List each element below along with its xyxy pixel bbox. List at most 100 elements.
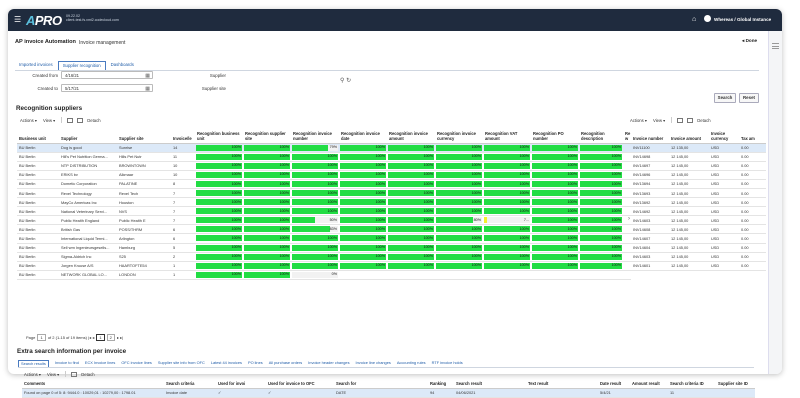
- column-header[interactable]: Text result: [526, 380, 598, 389]
- table-row[interactable]: INV14603 12 145,00 USD 0.00: [631, 252, 766, 262]
- column-header[interactable]: Recognition invoice number: [291, 127, 339, 144]
- table-row[interactable]: INV14604 12 145,00 USD 0.00: [631, 243, 766, 253]
- view-menu[interactable]: View ▾: [47, 372, 59, 377]
- freeze-icon[interactable]: [67, 117, 74, 123]
- table-row[interactable]: INV14603 12 145,00 USD 0.00: [631, 215, 766, 226]
- column-header[interactable]: Search criteria ID: [668, 380, 716, 389]
- home-icon[interactable]: ⌂: [692, 16, 696, 23]
- column-header[interactable]: Recognition business unit: [195, 127, 243, 144]
- detach-icon[interactable]: [71, 371, 78, 377]
- detach-button[interactable]: Detach: [87, 118, 100, 123]
- first-page-icon[interactable]: |◂: [88, 335, 91, 340]
- calendar-icon[interactable]: ▦: [145, 86, 150, 92]
- table-row[interactable]: INV14607 12 145,00 USD 0.00: [631, 233, 766, 244]
- column-header[interactable]: Supplier site ID: [716, 380, 755, 389]
- table-row[interactable]: BU Berlin MayCo Americas Inc Houston 7 100% 1…: [17, 197, 631, 208]
- column-header[interactable]: Tax am: [739, 127, 766, 144]
- actions-menu[interactable]: Actions ▾: [24, 372, 41, 377]
- table-row[interactable]: Found on page 0 of 5: 8: 9444.0 : 10029,…: [22, 388, 755, 398]
- table-row[interactable]: BU Berlin Dometic Corporation PALATINE 8 100…: [17, 179, 631, 189]
- table-row[interactable]: BU Berlin International Liquid Termi... Ar…: [17, 233, 631, 244]
- column-header[interactable]: Recognition invoice amount: [387, 127, 435, 144]
- page-2[interactable]: 2: [106, 334, 115, 341]
- table-row[interactable]: INV14601 12 145,00 USD 0.00: [631, 261, 766, 271]
- calendar-icon[interactable]: ▦: [145, 73, 150, 79]
- column-header[interactable]: Invoice number: [631, 127, 669, 144]
- panel-menu-icon[interactable]: [772, 43, 779, 49]
- table-row[interactable]: BU Berlin Hill's Pet Nutrition Germa... Hi…: [17, 152, 631, 162]
- splitter-handle[interactable]: ›: [628, 216, 630, 222]
- page-input[interactable]: 1: [37, 334, 46, 341]
- last-page-icon[interactable]: ▸|: [120, 335, 123, 340]
- column-header[interactable]: Recognition invoice date: [339, 127, 387, 144]
- tab-supplier-recognition[interactable]: Supplier recognition: [57, 61, 106, 70]
- done-button[interactable]: ◂ Done: [742, 38, 757, 44]
- table-row[interactable]: INV14697 12 145,00 USD 0.00: [631, 161, 766, 171]
- table-row[interactable]: INV11100 12 135,00 USD 0.00: [631, 143, 766, 153]
- detach-button[interactable]: Detach: [81, 372, 94, 377]
- column-header[interactable]: Used for invoice to OFC: [266, 380, 334, 389]
- view-menu[interactable]: View ▾: [653, 118, 665, 123]
- column-header[interactable]: Search criteria: [164, 380, 216, 389]
- created-from-input[interactable]: 4/16/21 ▦: [61, 71, 153, 79]
- avatar[interactable]: [704, 15, 711, 22]
- actions-menu[interactable]: Actions ▾: [630, 118, 647, 123]
- table-row[interactable]: BU Berlin British Gas POSS/THRM 6 100% 100% 83…: [17, 224, 631, 235]
- table-row[interactable]: INV14608 12 145,00 USD 0.00: [631, 224, 766, 235]
- table-row[interactable]: INV14698 12 145,00 USD 0.00: [631, 152, 766, 162]
- column-header[interactable]: Re w: [623, 127, 631, 144]
- column-header[interactable]: Search for: [334, 380, 428, 389]
- search-button[interactable]: Search: [714, 93, 736, 103]
- actions-menu[interactable]: Actions ▾: [20, 118, 37, 123]
- table-row[interactable]: BU Berlin Public Health England Public Hea…: [17, 215, 631, 226]
- column-header[interactable]: Business unit: [17, 127, 59, 144]
- column-header[interactable]: Used for invoi: [216, 380, 266, 389]
- table-row[interactable]: INV13693 12 145,00 USD 0.00: [631, 188, 766, 199]
- column-header[interactable]: Amount result: [630, 380, 668, 389]
- supplier-search-icons[interactable]: ⚲ ↻: [340, 77, 351, 84]
- table-row[interactable]: BU Berlin Sell·wm Ingenieursgesells... Ham…: [17, 243, 631, 253]
- column-header[interactable]: Invoice amount: [669, 127, 709, 144]
- column-header[interactable]: Recognition PO number: [531, 127, 579, 144]
- tab-dashboards[interactable]: Dashboards: [107, 61, 138, 70]
- search-icon[interactable]: ⚲: [340, 78, 344, 84]
- column-header[interactable]: Ranking: [428, 380, 454, 389]
- tab-imported-invoices[interactable]: Imported invoices: [15, 61, 57, 70]
- column-header[interactable]: Recognition VAT amount: [483, 127, 531, 144]
- table-row[interactable]: BU Berlin NTP DISTRIBUTION BROWNTOWN 10 100%…: [17, 161, 631, 171]
- column-header[interactable]: Recognition description: [579, 127, 623, 144]
- detach-icon[interactable]: [687, 117, 694, 123]
- column-header[interactable]: Date result: [598, 380, 630, 389]
- menu-icon[interactable]: ☰: [14, 16, 21, 24]
- table-row[interactable]: INV14696 12 145,00 USD 0.00: [631, 170, 766, 180]
- view-menu[interactable]: View ▾: [43, 118, 55, 123]
- column-header[interactable]: Recognition invoice currency: [435, 127, 483, 144]
- table-row[interactable]: BU Berlin ERIKS bv Alkmaar 10 100% 100% 100% 10…: [17, 170, 631, 180]
- column-header[interactable]: Search result: [454, 380, 526, 389]
- page-1[interactable]: 1: [96, 334, 105, 341]
- user-name[interactable]: Whereas / Global Instance: [714, 17, 771, 22]
- column-header[interactable]: Invoice currency: [709, 127, 739, 144]
- table-row[interactable]: BU Berlin Dog is good Sunrise 14 100% 100% 79%…: [17, 143, 631, 153]
- table-row[interactable]: BU Berlin Rexel Technology Rexel Tech 7 100%…: [17, 188, 631, 199]
- column-header[interactable]: Comments: [22, 380, 164, 389]
- prev-page-icon[interactable]: ◂: [92, 335, 94, 340]
- column-header[interactable]: Invoice/le: [171, 127, 195, 144]
- table-row[interactable]: BU Berlin Jorgen Kruuse A/S HAARTOFTE54 1 10…: [17, 261, 631, 271]
- freeze-icon[interactable]: [677, 117, 684, 123]
- table-row[interactable]: INV13694 12 145,00 USD 0.00: [631, 179, 766, 189]
- reset-button[interactable]: Reset: [739, 93, 759, 103]
- column-header[interactable]: Recognition supplier site: [243, 127, 291, 144]
- table-row[interactable]: BU Berlin National Veterinary Servi... NVS…: [17, 206, 631, 217]
- detach-icon[interactable]: [77, 117, 84, 123]
- table-row[interactable]: BU Berlin Sigma-Aldrich Inc S25 2 100% 100% 10…: [17, 252, 631, 262]
- column-header[interactable]: Supplier: [59, 127, 117, 144]
- table-row[interactable]: BU Berlin NETWORK GLOBAL LO... LONDON 1 100%…: [17, 270, 631, 280]
- created-to-input[interactable]: 5/17/21 ▦: [61, 84, 153, 92]
- table-row[interactable]: INV13692 12 145,00 USD 0.00: [631, 197, 766, 208]
- column-header[interactable]: Supplier site: [117, 127, 171, 144]
- refresh-icon[interactable]: ↻: [346, 78, 351, 84]
- table-row[interactable]: INV14692 12 145,00 USD 0.00: [631, 206, 766, 217]
- next-page-icon[interactable]: ▸: [117, 335, 119, 340]
- detach-button[interactable]: Detach: [697, 118, 710, 123]
